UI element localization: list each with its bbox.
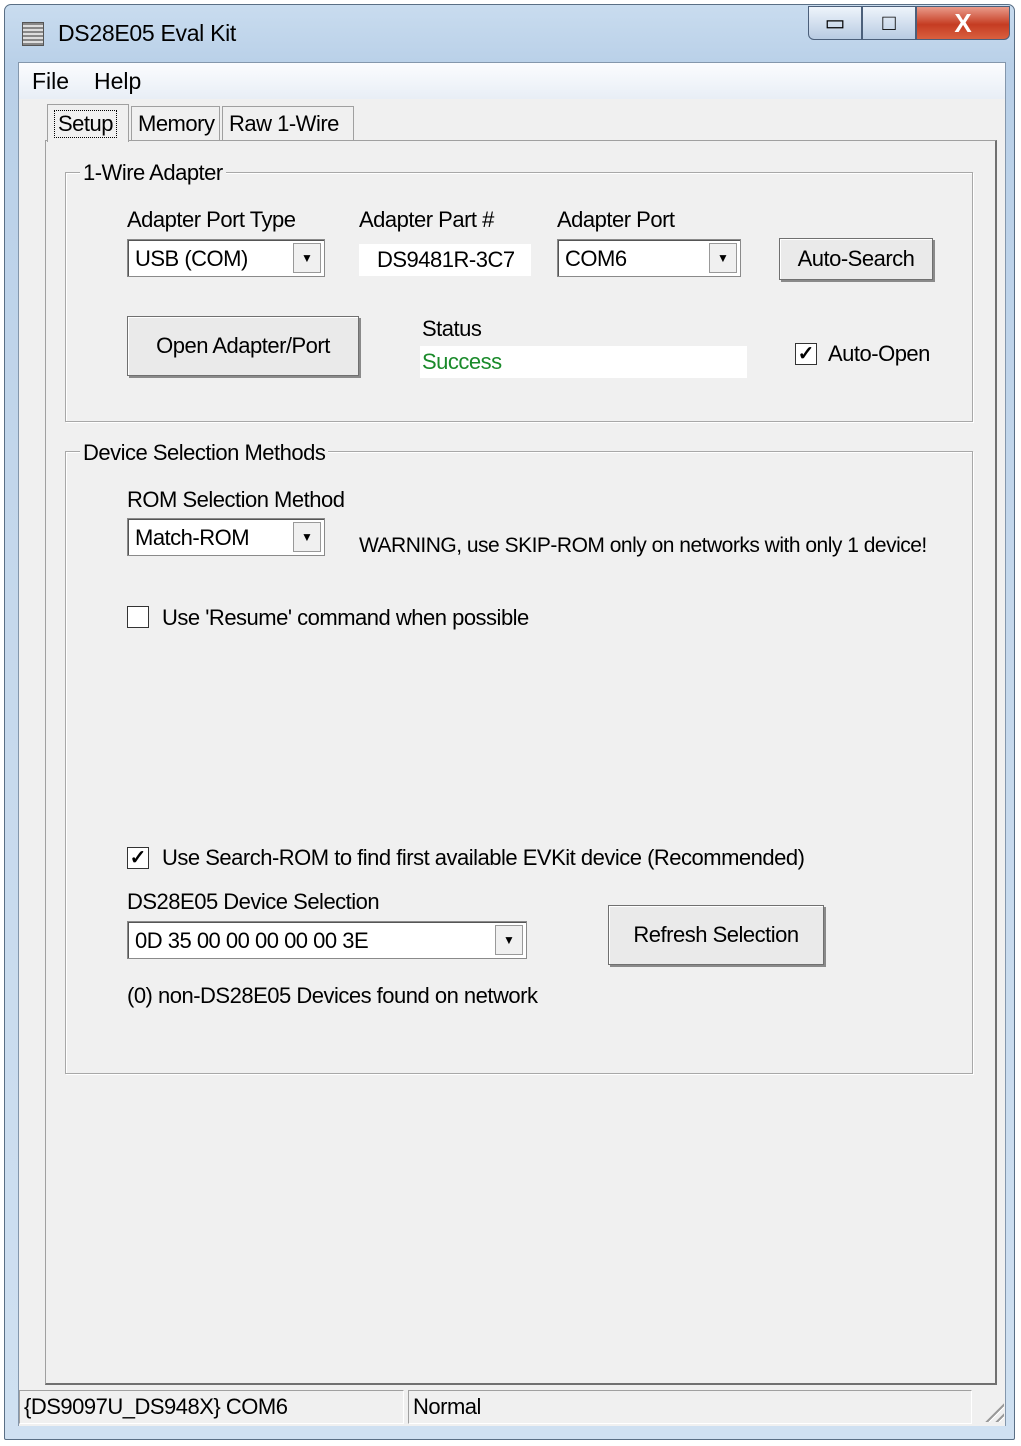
menu-help[interactable]: Help bbox=[94, 68, 141, 95]
window-title: DS28E05 Eval Kit bbox=[58, 20, 237, 46]
minimize-button[interactable]: ▭ bbox=[808, 6, 862, 40]
chevron-down-icon[interactable]: ▼ bbox=[709, 243, 737, 273]
port-value: COM6 bbox=[565, 246, 627, 271]
tab-raw-1wire-label: Raw 1-Wire bbox=[229, 110, 339, 136]
search-rom-checkbox[interactable]: ✓ bbox=[127, 847, 149, 869]
refresh-selection-button[interactable]: Refresh Selection bbox=[608, 905, 824, 965]
menu-bar bbox=[19, 63, 1005, 99]
search-rom-label[interactable]: Use Search-ROM to find first available E… bbox=[162, 845, 805, 871]
app-icon[interactable] bbox=[22, 22, 44, 46]
port-type-value: USB (COM) bbox=[135, 246, 248, 271]
tab-memory-label: Memory bbox=[138, 110, 215, 136]
close-icon: X bbox=[954, 7, 972, 38]
resume-checkbox[interactable] bbox=[127, 606, 149, 628]
chevron-down-icon[interactable]: ▼ bbox=[293, 522, 321, 552]
port-type-label: Adapter Port Type bbox=[127, 207, 296, 232]
non-device-count: (0) non-DS28E05 Devices found on network bbox=[127, 983, 538, 1008]
part-number-field: DS9481R-3C7 bbox=[359, 244, 531, 276]
tab-memory[interactable]: Memory bbox=[131, 106, 220, 140]
device-selection-combo[interactable]: 0D 35 00 00 00 00 00 3E ▼ bbox=[127, 921, 527, 959]
statusbar-adapter: {DS9097U_DS948X} COM6 bbox=[19, 1390, 404, 1424]
open-adapter-button[interactable]: Open Adapter/Port bbox=[127, 316, 359, 376]
port-combo[interactable]: COM6 ▼ bbox=[557, 239, 741, 277]
auto-search-button[interactable]: Auto-Search bbox=[779, 238, 933, 280]
port-label: Adapter Port bbox=[557, 207, 675, 232]
rom-method-label: ROM Selection Method bbox=[127, 487, 345, 512]
auto-open-label[interactable]: Auto-Open bbox=[828, 341, 930, 367]
caption-buttons: ▭ □ X bbox=[808, 6, 1010, 46]
status-value: Success bbox=[420, 346, 747, 378]
device-selection-value: 0D 35 00 00 00 00 00 3E bbox=[135, 928, 369, 953]
tab-setup[interactable]: Setup bbox=[47, 104, 129, 142]
resume-label[interactable]: Use 'Resume' command when possible bbox=[162, 605, 529, 631]
checkmark-icon: ✓ bbox=[797, 343, 815, 365]
part-label: Adapter Part # bbox=[359, 207, 494, 232]
checkmark-icon: ✓ bbox=[129, 847, 147, 869]
adapter-group-title: 1-Wire Adapter bbox=[80, 160, 226, 186]
status-label: Status bbox=[422, 316, 482, 341]
chevron-down-icon[interactable]: ▼ bbox=[495, 925, 523, 955]
device-selection-label: DS28E05 Device Selection bbox=[127, 889, 380, 914]
rom-method-value: Match-ROM bbox=[135, 525, 250, 550]
rom-method-combo[interactable]: Match-ROM ▼ bbox=[127, 518, 325, 556]
statusbar-mode: Normal bbox=[408, 1390, 972, 1424]
chevron-down-icon[interactable]: ▼ bbox=[293, 243, 321, 273]
menu-file[interactable]: File bbox=[32, 68, 69, 95]
tab-setup-label: Setup bbox=[54, 109, 117, 138]
maximize-icon: □ bbox=[882, 10, 896, 35]
skip-rom-warning: WARNING, use SKIP-ROM only on networks w… bbox=[359, 534, 927, 557]
port-type-combo[interactable]: USB (COM) ▼ bbox=[127, 239, 325, 277]
close-button[interactable]: X bbox=[916, 6, 1010, 40]
device-group-title: Device Selection Methods bbox=[80, 440, 329, 466]
maximize-button[interactable]: □ bbox=[862, 6, 916, 40]
minimize-icon: ▭ bbox=[824, 10, 846, 35]
auto-open-checkbox[interactable]: ✓ bbox=[795, 343, 817, 365]
tab-raw-1wire[interactable]: Raw 1-Wire bbox=[222, 106, 354, 140]
